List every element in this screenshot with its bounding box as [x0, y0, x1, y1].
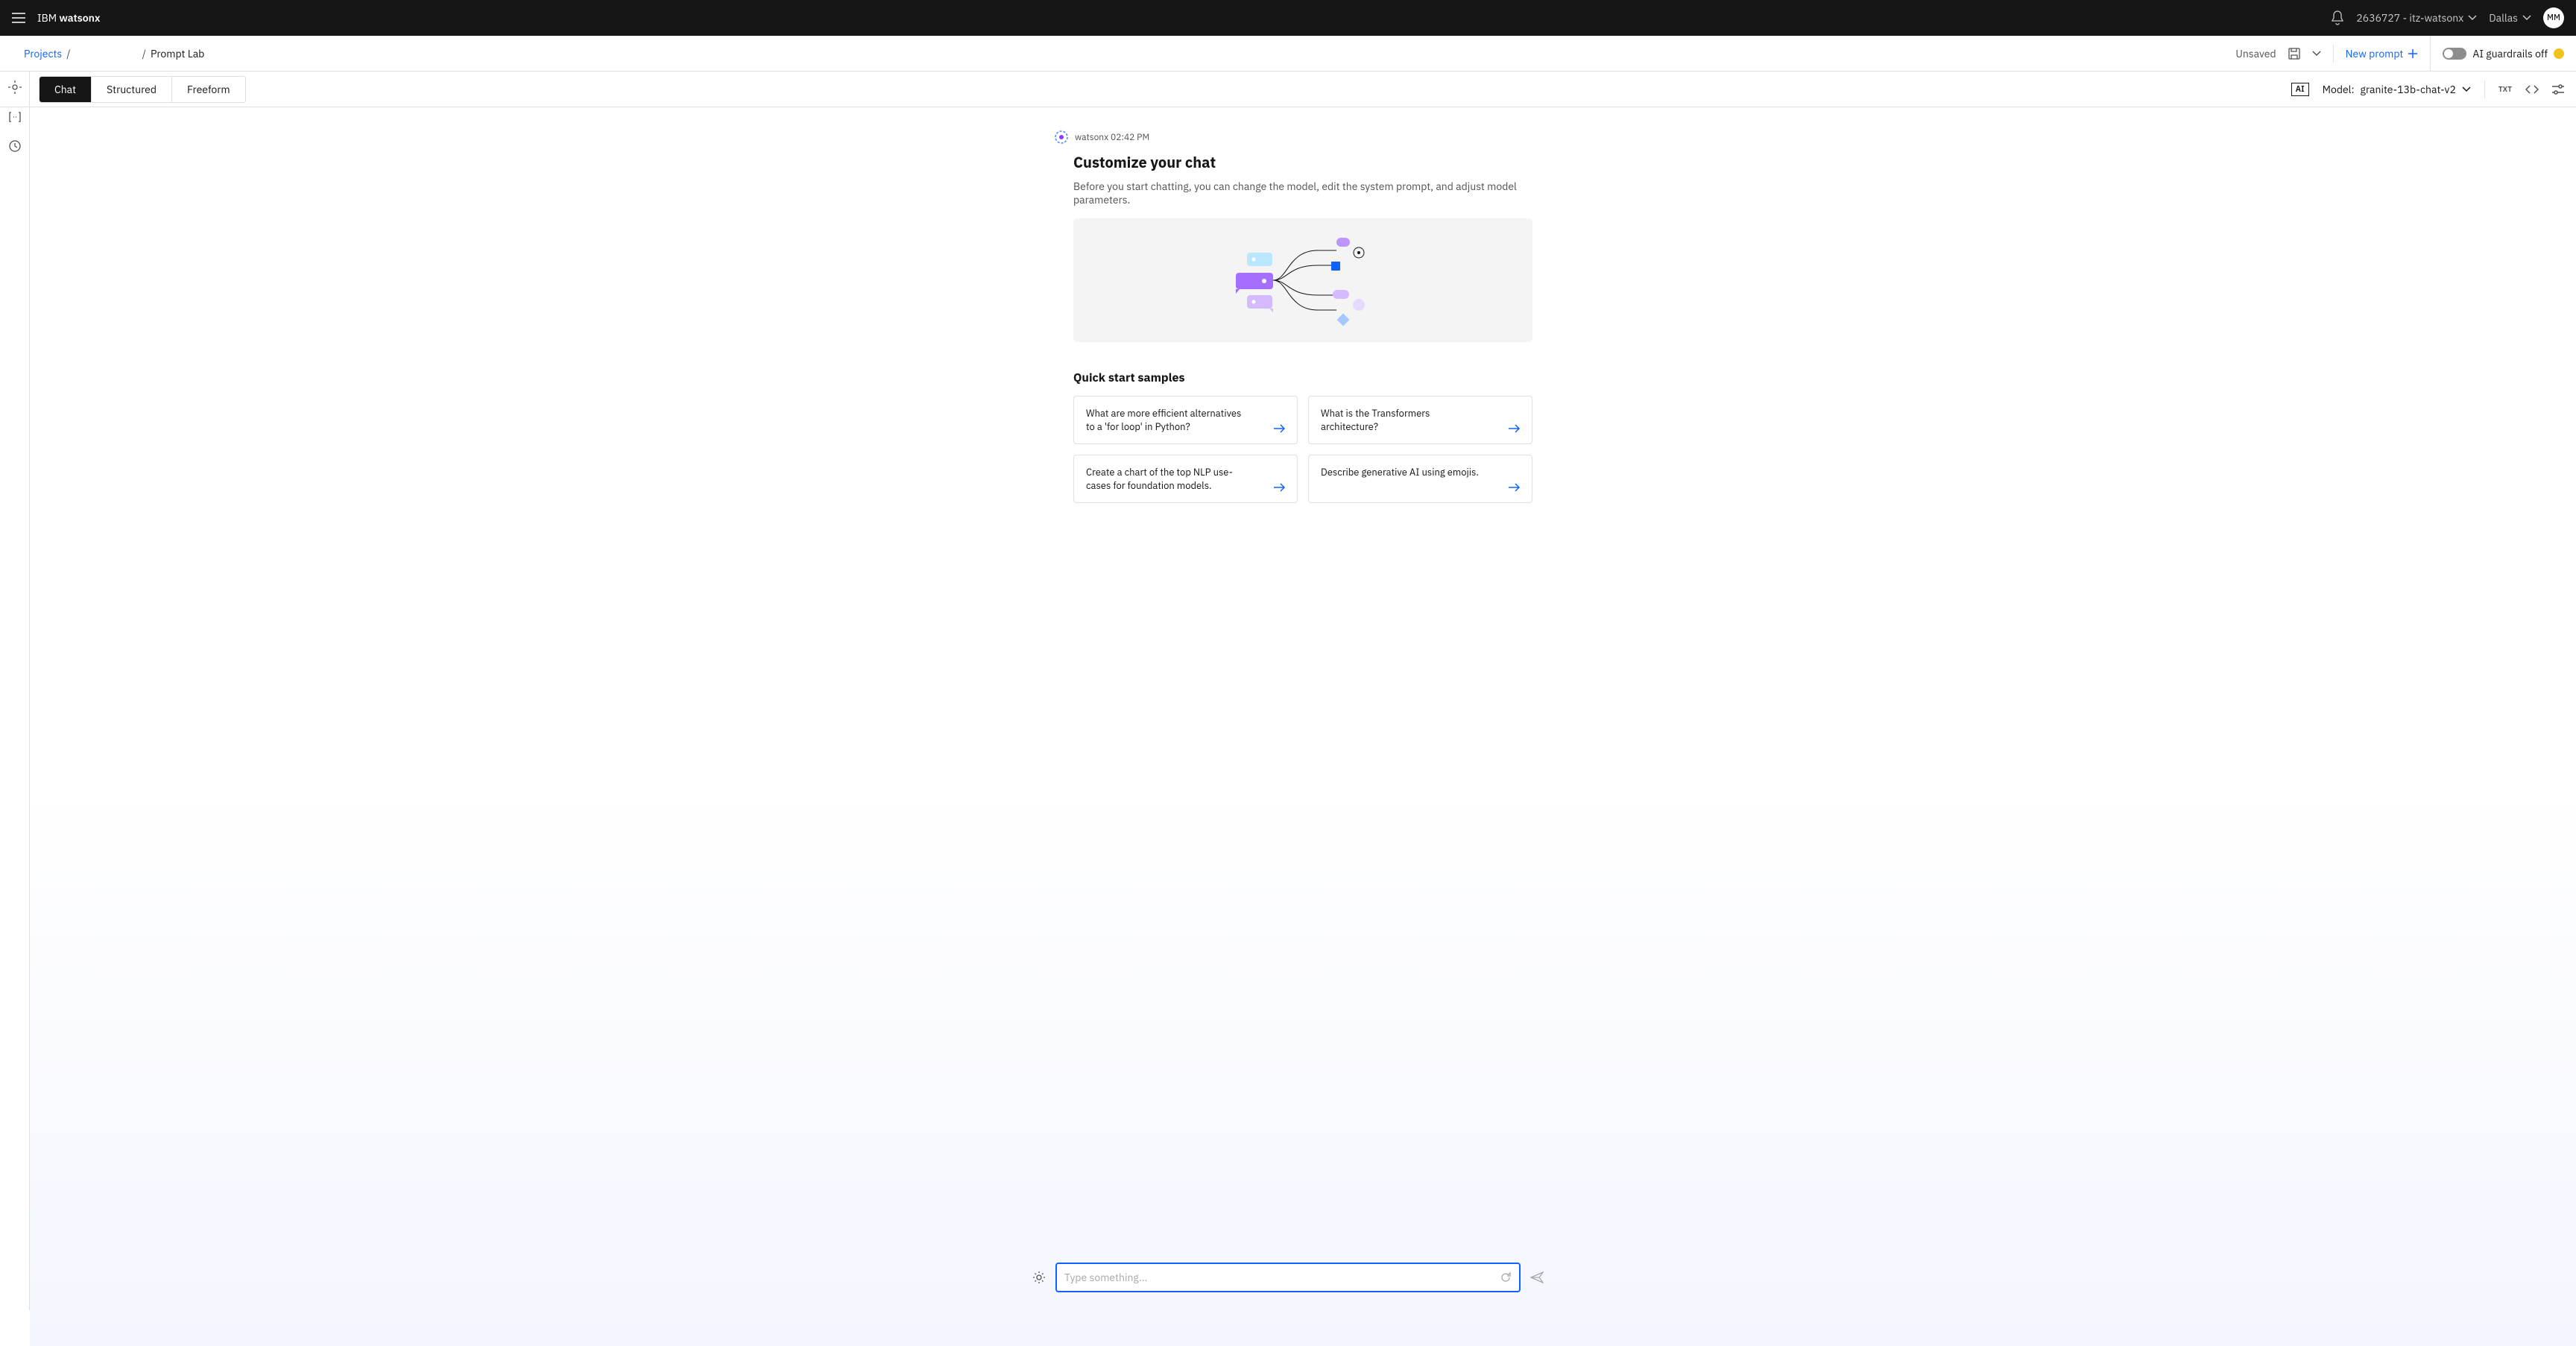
sample-text: What are more efficient alternatives to … [1086, 407, 1249, 433]
send-icon[interactable] [1528, 1271, 1546, 1283]
arrow-right-icon [1273, 483, 1285, 492]
brand-title: IBM watsonx [37, 11, 100, 25]
global-header: IBM watsonx 2636727 - itz-watsonx Dallas… [0, 0, 2576, 36]
avatar-initials: MM [2547, 13, 2560, 23]
warning-icon [2554, 48, 2564, 59]
sample-text: Create a chart of the top NLP use-cases … [1086, 466, 1249, 492]
brand-bold: watsonx [59, 11, 100, 25]
new-prompt-button[interactable]: New prompt [2346, 47, 2419, 60]
chevron-down-icon [2462, 86, 2471, 92]
model-label-prefix: Model: [2323, 83, 2355, 96]
clear-icon[interactable] [1500, 1271, 1512, 1283]
ai-badge: AI [2291, 83, 2309, 96]
separator [2484, 80, 2485, 98]
chat-input[interactable] [1055, 1263, 1521, 1292]
save-dropdown-icon[interactable] [2312, 51, 2321, 57]
breadcrumb-separator: / [66, 47, 70, 60]
guardrails-toggle[interactable] [2443, 48, 2466, 60]
welcome-illustration [1073, 218, 1532, 342]
arrow-right-icon [1508, 483, 1520, 492]
system-prompt-icon[interactable] [8, 80, 22, 94]
left-rail [0, 72, 30, 1310]
sample-text: What is the Transformers architecture? [1321, 407, 1484, 433]
main-content: watsonx 02:42 PM Customize your chat Bef… [30, 107, 2576, 1346]
mode-tab-structured[interactable]: Structured [92, 77, 172, 102]
txt-view-button[interactable]: TXT [2498, 84, 2512, 94]
mode-toolbar: Chat Structured Freeform AI Model: grani… [0, 72, 2576, 107]
chevron-down-icon [2522, 15, 2531, 21]
action-bar: Projects / / Prompt Lab Unsaved New prom… [0, 36, 2576, 72]
chat-text-field[interactable] [1064, 1271, 1500, 1284]
plus-icon [2408, 48, 2418, 59]
welcome-subtitle: Before you start chatting, you can chang… [1073, 180, 1532, 206]
settings-sliders-icon[interactable] [2552, 84, 2564, 95]
new-prompt-label: New prompt [2346, 47, 2404, 60]
sample-card[interactable]: What are more efficient alternatives to … [1073, 396, 1298, 444]
variables-icon[interactable] [8, 112, 22, 122]
model-selector[interactable]: Model: granite-13b-chat-v2 [2323, 83, 2471, 96]
bot-name: watsonx 02:42 PM [1075, 132, 1149, 143]
account-dropdown[interactable]: 2636727 - itz-watsonx [2356, 11, 2477, 25]
unsaved-label: Unsaved [2235, 47, 2276, 60]
sample-card[interactable]: Describe generative AI using emojis. [1308, 455, 1532, 503]
region-label: Dallas [2489, 11, 2518, 25]
menu-icon[interactable] [12, 13, 25, 23]
guardrails-label: AI guardrails off [2472, 47, 2548, 60]
breadcrumb-projects[interactable]: Projects [24, 47, 62, 60]
brand-prefix: IBM [37, 11, 59, 25]
separator [2333, 45, 2334, 63]
breadcrumb-current: Prompt Lab [151, 47, 204, 60]
arrow-right-icon [1508, 424, 1520, 433]
code-view-icon[interactable] [2525, 85, 2539, 94]
chevron-down-icon [2468, 15, 2477, 21]
avatar[interactable]: MM [2543, 7, 2564, 28]
save-icon[interactable] [2288, 48, 2300, 60]
mode-tab-chat[interactable]: Chat [40, 77, 92, 102]
sample-text: Describe generative AI using emojis. [1321, 466, 1479, 479]
welcome-title: Customize your chat [1073, 152, 1532, 172]
bot-avatar-icon [1054, 130, 1069, 145]
chat-settings-icon[interactable] [1030, 1271, 1048, 1284]
mode-tab-freeform[interactable]: Freeform [172, 77, 245, 102]
history-icon[interactable] [9, 140, 21, 152]
notifications-icon[interactable] [2331, 10, 2344, 25]
region-dropdown[interactable]: Dallas [2489, 11, 2531, 25]
sample-card[interactable]: What is the Transformers architecture? [1308, 396, 1532, 444]
account-label: 2636727 - itz-watsonx [2356, 11, 2463, 25]
sample-card[interactable]: Create a chart of the top NLP use-cases … [1073, 455, 1298, 503]
arrow-right-icon [1273, 424, 1285, 433]
breadcrumb-separator: / [142, 47, 146, 60]
model-name: granite-13b-chat-v2 [2361, 83, 2456, 96]
chat-input-bar [1030, 1263, 1546, 1292]
quickstart-title: Quick start samples [1073, 370, 1532, 385]
